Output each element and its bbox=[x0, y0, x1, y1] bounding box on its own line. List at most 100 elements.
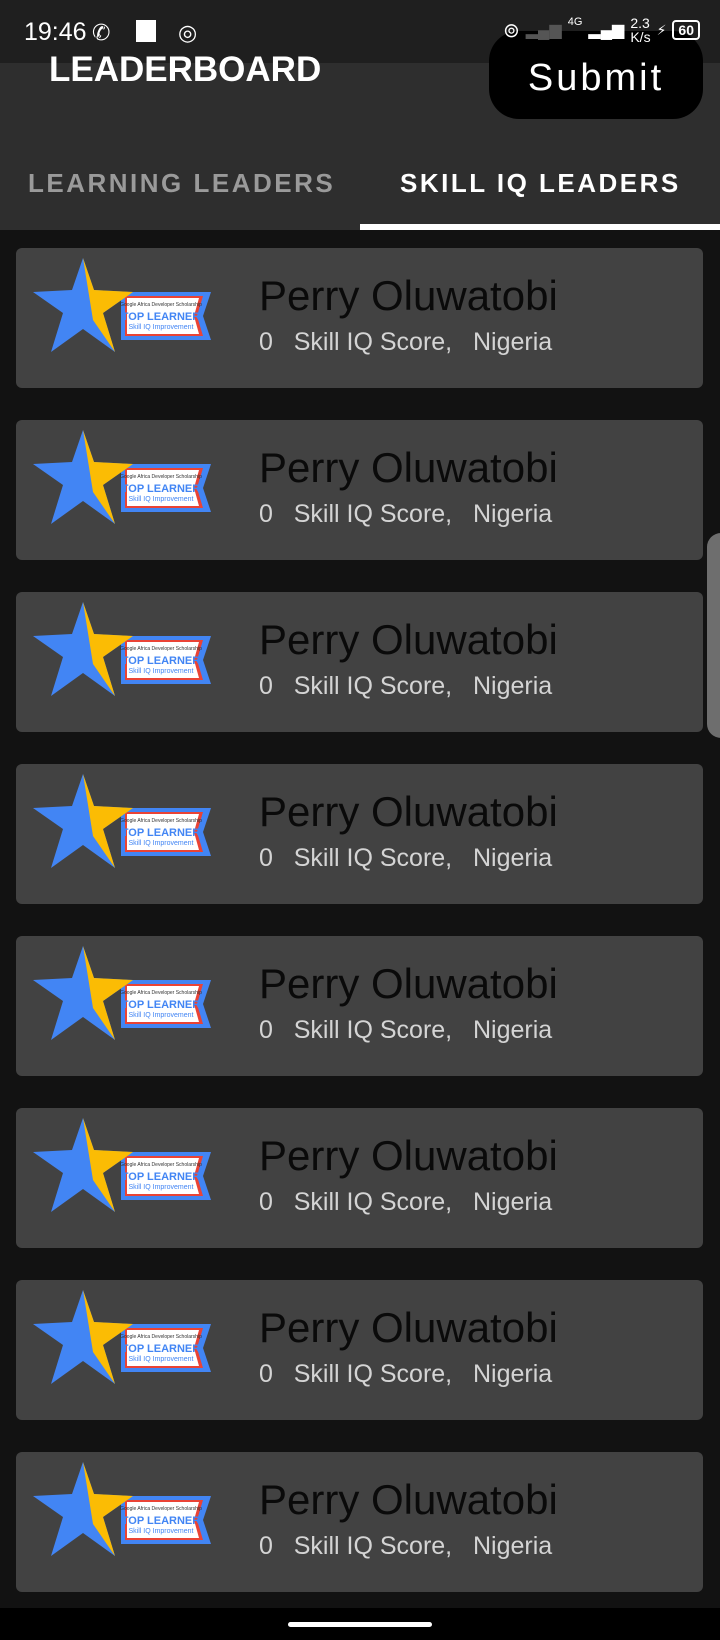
leader-score: 0 bbox=[259, 328, 273, 356]
hotspot-icon: ⊚ bbox=[502, 19, 520, 42]
leader-details: 0 Skill IQ Score, Nigeria bbox=[259, 1016, 552, 1045]
leader-card[interactable]: Google Africa Developer Scholarship TOP … bbox=[16, 1452, 703, 1592]
leader-card[interactable]: Google Africa Developer Scholarship TOP … bbox=[16, 936, 703, 1076]
leader-country: Nigeria bbox=[472, 328, 553, 356]
leader-score-label: Skill IQ Score, bbox=[293, 844, 453, 872]
status-time: 19:46 bbox=[24, 18, 87, 46]
leader-name: Perry Oluwatobi bbox=[259, 788, 558, 835]
data-saver-icon: ◎ bbox=[178, 20, 198, 45]
charging-icon: ⚡ bbox=[656, 21, 667, 38]
speed-value: 2.3 bbox=[630, 15, 650, 31]
top-learner-badge-icon: Google Africa Developer Scholarship TOP … bbox=[33, 1462, 211, 1556]
badge-subtitle: Skill IQ Improvement bbox=[129, 840, 194, 847]
leader-score: 0 bbox=[259, 1188, 273, 1216]
leader-score-label: Skill IQ Score, bbox=[293, 1016, 453, 1044]
badge-subtitle: Skill IQ Improvement bbox=[129, 1184, 194, 1191]
leader-score: 0 bbox=[259, 672, 273, 700]
leader-card[interactable]: Google Africa Developer Scholarship TOP … bbox=[16, 420, 703, 560]
badge-title: TOP LEARNER bbox=[122, 1515, 200, 1527]
top-learner-badge-icon: Google Africa Developer Scholarship TOP … bbox=[33, 774, 211, 868]
status-bar: 19:46 ✆ ◎ ⊚ ▂▄▆ 4G ▂▄▆ 2.3 K/s ⚡ 60 bbox=[0, 0, 720, 63]
scrollbar-handle[interactable] bbox=[707, 533, 720, 738]
speed-unit: K/s bbox=[630, 29, 651, 45]
leader-score-label: Skill IQ Score, bbox=[293, 500, 453, 528]
leader-name: Perry Oluwatobi bbox=[259, 272, 558, 319]
leader-details: 0 Skill IQ Score, Nigeria bbox=[259, 1188, 552, 1217]
leader-country: Nigeria bbox=[472, 1016, 553, 1044]
leader-name: Perry Oluwatobi bbox=[259, 960, 558, 1007]
signal-icon-2: ▂▄▆ bbox=[588, 22, 625, 39]
badge-org: Google Africa Developer Scholarship bbox=[120, 1162, 202, 1168]
leader-score: 0 bbox=[259, 1360, 273, 1388]
badge-org: Google Africa Developer Scholarship bbox=[120, 1334, 202, 1340]
leader-country: Nigeria bbox=[472, 844, 553, 872]
leader-name: Perry Oluwatobi bbox=[259, 444, 558, 491]
status-right: ⊚ ▂▄▆ 4G ▂▄▆ 2.3 K/s ⚡ 60 bbox=[503, 16, 700, 44]
notification-icon bbox=[136, 20, 156, 42]
top-learner-badge-icon: Google Africa Developer Scholarship TOP … bbox=[33, 430, 211, 524]
leader-score-label: Skill IQ Score, bbox=[293, 328, 453, 356]
badge-title: TOP LEARNER bbox=[122, 655, 200, 667]
active-tab-indicator bbox=[360, 224, 720, 230]
leader-country: Nigeria bbox=[472, 500, 553, 528]
home-gesture-pill[interactable] bbox=[288, 1622, 432, 1627]
leader-score: 0 bbox=[259, 844, 273, 872]
badge-org: Google Africa Developer Scholarship bbox=[120, 818, 202, 824]
badge-subtitle: Skill IQ Improvement bbox=[129, 1012, 194, 1019]
badge-title: TOP LEARNER bbox=[122, 1171, 200, 1183]
leader-details: 0 Skill IQ Score, Nigeria bbox=[259, 500, 552, 529]
top-learner-badge-icon: Google Africa Developer Scholarship TOP … bbox=[33, 1290, 211, 1384]
navigation-bar bbox=[0, 1608, 720, 1640]
leader-country: Nigeria bbox=[472, 1532, 553, 1560]
badge-subtitle: Skill IQ Improvement bbox=[129, 324, 194, 331]
top-learner-badge-icon: Google Africa Developer Scholarship TOP … bbox=[33, 1118, 211, 1212]
leader-score-label: Skill IQ Score, bbox=[293, 1188, 453, 1216]
badge-title: TOP LEARNER bbox=[122, 1343, 200, 1355]
leader-details: 0 Skill IQ Score, Nigeria bbox=[259, 1360, 552, 1389]
leader-card[interactable]: Google Africa Developer Scholarship TOP … bbox=[16, 248, 703, 388]
badge-subtitle: Skill IQ Improvement bbox=[129, 1528, 194, 1535]
top-learner-badge-icon: Google Africa Developer Scholarship TOP … bbox=[33, 946, 211, 1040]
badge-org: Google Africa Developer Scholarship bbox=[120, 1506, 202, 1512]
badge-subtitle: Skill IQ Improvement bbox=[129, 1356, 194, 1363]
leader-score: 0 bbox=[259, 1532, 273, 1560]
badge-title: TOP LEARNER bbox=[122, 999, 200, 1011]
leader-country: Nigeria bbox=[472, 672, 553, 700]
leader-country: Nigeria bbox=[472, 1188, 553, 1216]
leader-card[interactable]: Google Africa Developer Scholarship TOP … bbox=[16, 1280, 703, 1420]
leader-score-label: Skill IQ Score, bbox=[293, 672, 453, 700]
leader-score: 0 bbox=[259, 500, 273, 528]
badge-title: TOP LEARNER bbox=[122, 311, 200, 323]
leader-name: Perry Oluwatobi bbox=[259, 1304, 558, 1351]
leader-country: Nigeria bbox=[472, 1360, 553, 1388]
leader-card[interactable]: Google Africa Developer Scholarship TOP … bbox=[16, 764, 703, 904]
top-learner-badge-icon: Google Africa Developer Scholarship TOP … bbox=[33, 258, 211, 352]
battery-level: 60 bbox=[672, 20, 700, 40]
tab-learning-leaders[interactable]: LEARNING LEADERS bbox=[28, 168, 335, 199]
network-type: 4G bbox=[567, 16, 583, 28]
top-learner-badge-icon: Google Africa Developer Scholarship TOP … bbox=[33, 602, 211, 696]
badge-title: TOP LEARNER bbox=[122, 827, 200, 839]
badge-org: Google Africa Developer Scholarship bbox=[120, 646, 202, 652]
leader-details: 0 Skill IQ Score, Nigeria bbox=[259, 1532, 552, 1561]
leader-score: 0 bbox=[259, 1016, 273, 1044]
tab-skill-iq-leaders[interactable]: SKILL IQ LEADERS bbox=[400, 168, 681, 199]
badge-org: Google Africa Developer Scholarship bbox=[120, 474, 202, 480]
leader-name: Perry Oluwatobi bbox=[259, 1132, 558, 1179]
badge-subtitle: Skill IQ Improvement bbox=[129, 668, 194, 675]
leader-details: 0 Skill IQ Score, Nigeria bbox=[259, 844, 552, 873]
leader-score-label: Skill IQ Score, bbox=[293, 1360, 453, 1388]
leader-score-label: Skill IQ Score, bbox=[293, 1532, 453, 1560]
whatsapp-icon: ✆ bbox=[92, 20, 111, 45]
leader-name: Perry Oluwatobi bbox=[259, 1476, 558, 1523]
net-speed: 2.3 K/s bbox=[630, 16, 650, 44]
badge-org: Google Africa Developer Scholarship bbox=[120, 990, 202, 996]
leader-card[interactable]: Google Africa Developer Scholarship TOP … bbox=[16, 592, 703, 732]
leader-details: 0 Skill IQ Score, Nigeria bbox=[259, 672, 552, 701]
badge-subtitle: Skill IQ Improvement bbox=[129, 496, 194, 503]
leader-card[interactable]: Google Africa Developer Scholarship TOP … bbox=[16, 1108, 703, 1248]
badge-title: TOP LEARNER bbox=[122, 483, 200, 495]
leader-details: 0 Skill IQ Score, Nigeria bbox=[259, 328, 552, 357]
leader-name: Perry Oluwatobi bbox=[259, 616, 558, 663]
signal-icon: ▂▄▆ bbox=[525, 22, 562, 39]
